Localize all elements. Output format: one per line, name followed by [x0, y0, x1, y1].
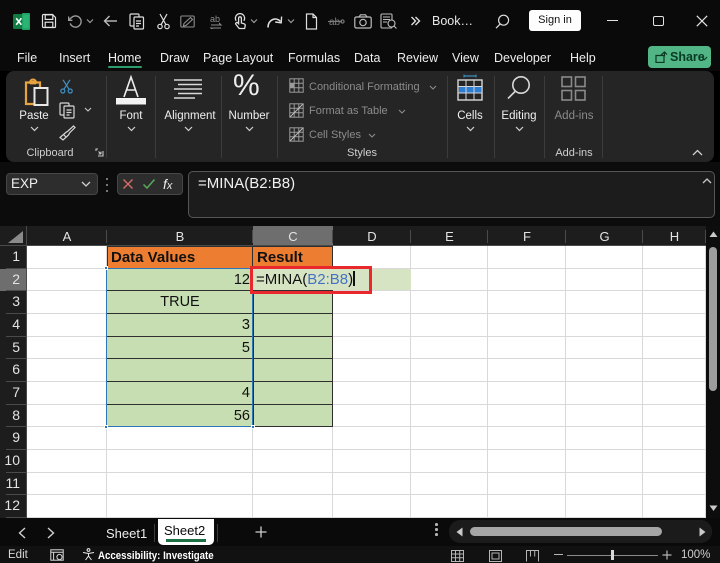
svg-text:ab: ab: [329, 17, 341, 28]
svg-text:ab: ab: [210, 14, 220, 24]
